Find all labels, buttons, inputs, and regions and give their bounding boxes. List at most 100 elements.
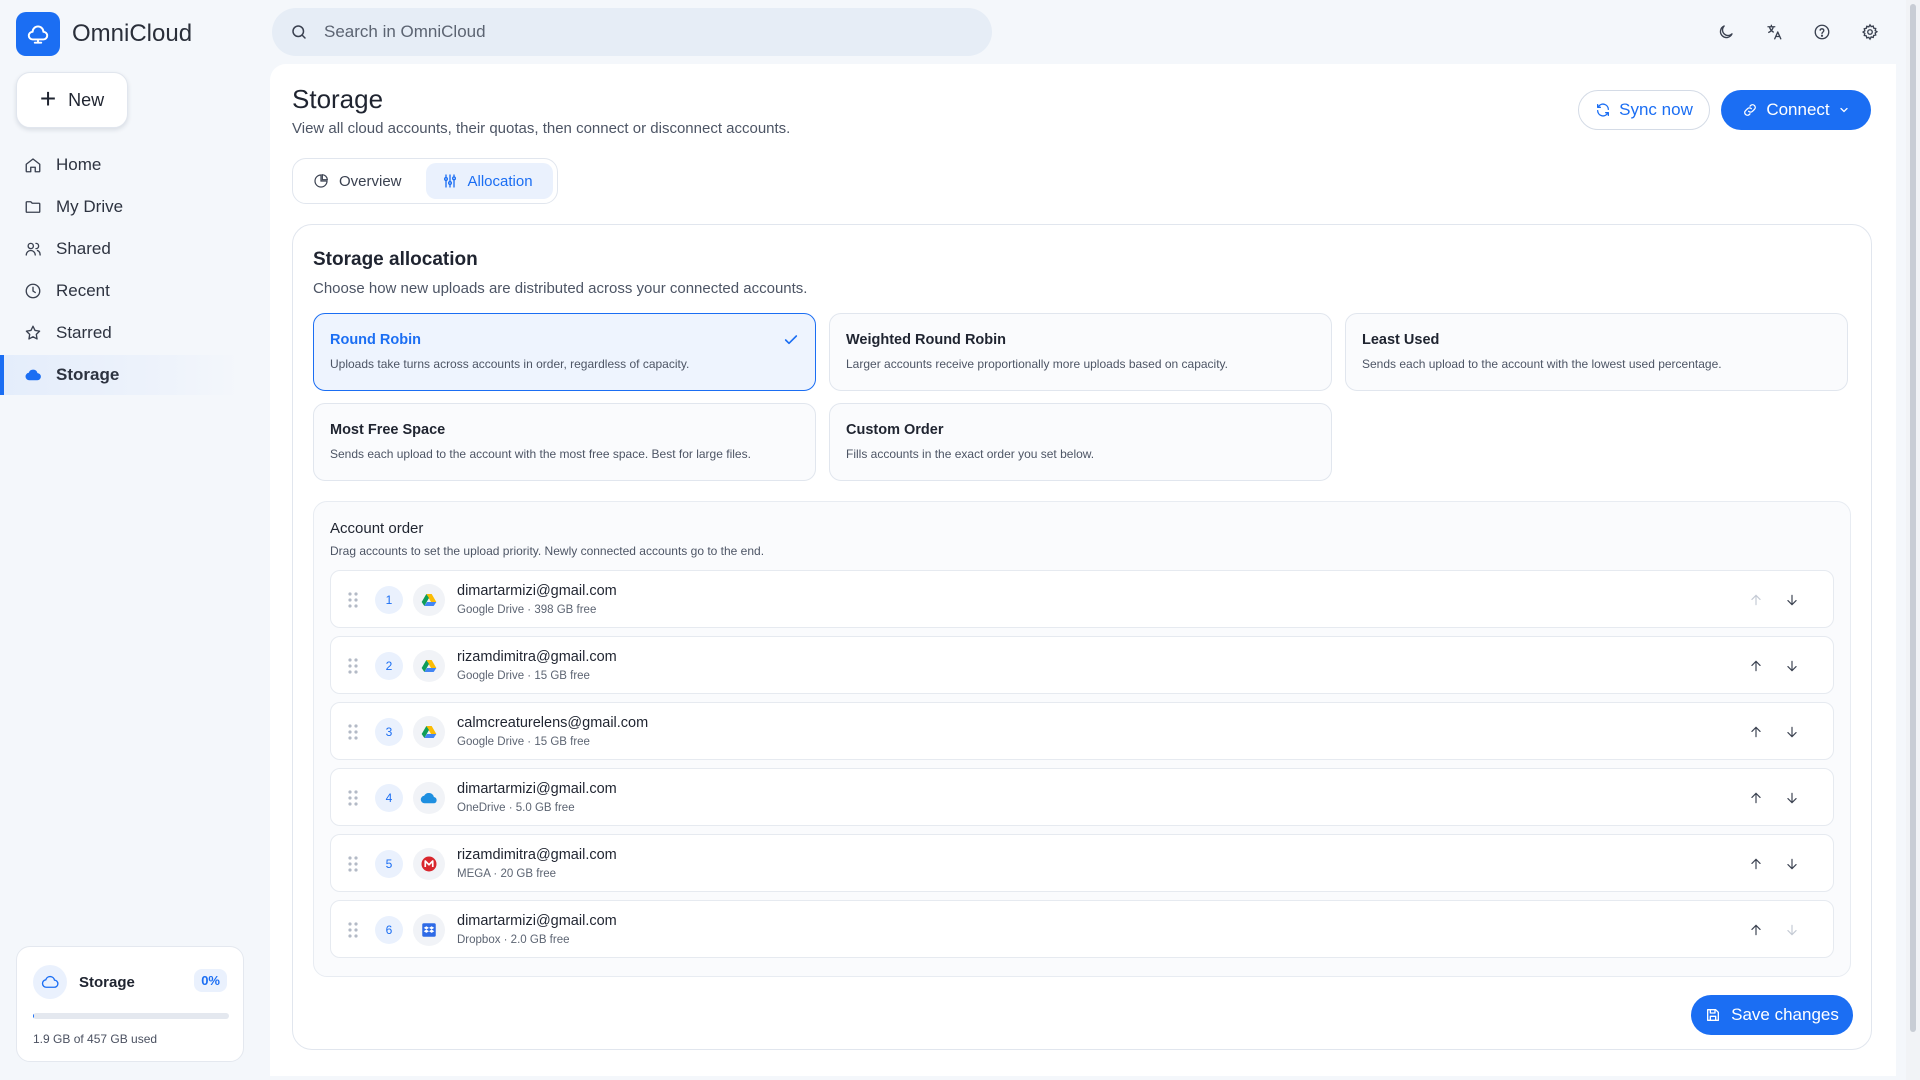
move-down-icon — [1779, 917, 1805, 943]
help-icon[interactable] — [1810, 14, 1834, 50]
priority-number: 5 — [375, 850, 403, 878]
sidebar-item-starred[interactable]: Starred — [0, 313, 240, 353]
move-down-icon[interactable] — [1779, 653, 1805, 679]
sync-now-button[interactable]: Sync now — [1578, 90, 1710, 130]
plus-icon: + — [39, 83, 57, 114]
allocation-title: Storage allocation — [313, 249, 478, 270]
sidebar-item-home[interactable]: Home — [0, 145, 240, 185]
clock-icon — [25, 283, 41, 299]
google-drive-icon — [413, 716, 445, 748]
pie-chart-icon — [314, 174, 328, 188]
priority-number: 1 — [375, 586, 403, 614]
new-button[interactable]: + New — [16, 72, 128, 128]
strategy-least-used[interactable]: Least Used Sends each upload to the acco… — [1345, 313, 1848, 391]
strategy-name: Weighted Round Robin — [846, 332, 1007, 348]
folder-icon — [25, 201, 41, 213]
account-row[interactable]: 1 dimartarmizi@gmail.com Google Drive · … — [330, 570, 1834, 628]
account-order-subtitle: Drag accounts to set the upload priority… — [330, 544, 765, 558]
account-order-title: Account order — [330, 520, 424, 537]
sidebar-item-shared[interactable]: Shared — [0, 229, 240, 269]
onedrive-icon — [413, 782, 445, 814]
dropbox-icon — [413, 914, 445, 946]
search-bar[interactable] — [272, 8, 992, 56]
brand[interactable]: OmniCloud — [16, 12, 192, 56]
storage-used-text: 1.9 GB of 457 GB used — [33, 1032, 158, 1046]
account-meta: Google Drive · 398 GB free — [457, 604, 597, 616]
storage-usage-card[interactable]: Storage 0% 1.9 GB of 457 GB used — [16, 946, 244, 1062]
move-up-icon[interactable] — [1743, 653, 1769, 679]
omnicloud-logo-icon — [16, 12, 60, 56]
tab-label: Overview — [339, 172, 402, 190]
google-drive-icon — [413, 650, 445, 682]
account-row[interactable]: 4 dimartarmizi@gmail.com OneDrive · 5.0 … — [330, 768, 1834, 826]
sidebar-item-storage[interactable]: Storage — [0, 355, 240, 395]
translate-icon[interactable] — [1762, 14, 1786, 50]
drag-handle-icon[interactable] — [347, 657, 359, 675]
move-up-icon — [1743, 587, 1769, 613]
account-row[interactable]: 3 calmcreaturelens@gmail.com Google Driv… — [330, 702, 1834, 760]
move-down-icon[interactable] — [1779, 587, 1805, 613]
strategy-round-robin[interactable]: Round Robin Uploads take turns across ac… — [313, 313, 816, 391]
tab-allocation[interactable]: Allocation — [425, 163, 553, 199]
account-row[interactable]: 5 rizamdimitra@gmail.com MEGA · 20 GB fr… — [330, 834, 1834, 892]
move-down-icon[interactable] — [1779, 785, 1805, 811]
sidebar-item-label: My Drive — [56, 197, 124, 216]
save-changes-label: Save changes — [1731, 1005, 1839, 1024]
strategy-custom-order[interactable]: Custom Order Fills accounts in the exact… — [829, 403, 1332, 481]
scrollbar-thumb[interactable] — [1910, 4, 1916, 1032]
storage-allocation-card: Storage allocation Choose how new upload… — [292, 224, 1872, 1050]
account-meta: Google Drive · 15 GB free — [457, 670, 590, 682]
connect-button[interactable]: Connect — [1721, 90, 1871, 130]
tab-overview[interactable]: Overview — [297, 163, 422, 199]
page-scrollbar[interactable] — [1906, 0, 1920, 1080]
cloud-icon — [33, 965, 67, 999]
move-up-icon[interactable] — [1743, 785, 1769, 811]
sidebar-item-label: Recent — [56, 281, 110, 300]
save-changes-button[interactable]: Save changes — [1691, 995, 1853, 1035]
strategy-description: Fills accounts in the exact order you se… — [846, 447, 1095, 461]
chevron-down-icon — [1840, 107, 1848, 113]
strategy-description: Sends each upload to the account with th… — [1362, 357, 1722, 371]
move-up-icon[interactable] — [1743, 917, 1769, 943]
drag-handle-icon[interactable] — [347, 789, 359, 807]
sidebar-item-label: Storage — [56, 365, 120, 384]
account-email: calmcreaturelens@gmail.com — [457, 715, 649, 731]
priority-number: 6 — [375, 916, 403, 944]
account-row[interactable]: 2 rizamdimitra@gmail.com Google Drive · … — [330, 636, 1834, 694]
sidebar-item-label: Shared — [56, 239, 111, 258]
move-down-icon[interactable] — [1779, 851, 1805, 877]
strategy-description: Sends each upload to the account with th… — [330, 447, 751, 461]
account-email: dimartarmizi@gmail.com — [457, 913, 617, 929]
connect-label: Connect — [1766, 100, 1830, 119]
move-down-icon[interactable] — [1779, 719, 1805, 745]
search-input[interactable] — [324, 22, 944, 42]
settings-icon[interactable] — [1858, 14, 1882, 50]
drag-handle-icon[interactable] — [347, 855, 359, 873]
account-meta: MEGA · 20 GB free — [457, 868, 557, 880]
cloud-icon — [25, 369, 41, 381]
account-email: dimartarmizi@gmail.com — [457, 781, 617, 797]
storage-card-title: Storage — [79, 974, 135, 991]
sidebar-item-my-drive[interactable]: My Drive — [0, 187, 240, 227]
drag-handle-icon[interactable] — [347, 921, 359, 939]
drag-handle-icon[interactable] — [347, 591, 359, 609]
new-button-label: New — [68, 89, 105, 110]
sidebar-item-recent[interactable]: Recent — [0, 271, 240, 311]
move-up-icon[interactable] — [1743, 719, 1769, 745]
allocation-subtitle: Choose how new uploads are distributed a… — [313, 280, 808, 297]
strategy-most-free-space[interactable]: Most Free Space Sends each upload to the… — [313, 403, 816, 481]
account-meta: Google Drive · 15 GB free — [457, 736, 590, 748]
link-icon — [1744, 104, 1757, 116]
people-icon — [25, 242, 41, 256]
move-up-icon[interactable] — [1743, 851, 1769, 877]
strategy-weighted-round-robin[interactable]: Weighted Round Robin Larger accounts rec… — [829, 313, 1332, 391]
tab-label: Allocation — [467, 172, 533, 190]
account-row[interactable]: 6 dimartarmizi@gmail.com Dropbox · 2.0 G… — [330, 900, 1834, 958]
storage-progress-bar — [33, 1013, 229, 1019]
drag-handle-icon[interactable] — [347, 723, 359, 741]
priority-number: 2 — [375, 652, 403, 680]
dark-mode-icon[interactable] — [1714, 14, 1738, 50]
account-meta: OneDrive · 5.0 GB free — [457, 802, 575, 814]
sidebar-item-label: Starred — [56, 323, 112, 342]
page-subtitle: View all cloud accounts, their quotas, t… — [292, 120, 791, 137]
